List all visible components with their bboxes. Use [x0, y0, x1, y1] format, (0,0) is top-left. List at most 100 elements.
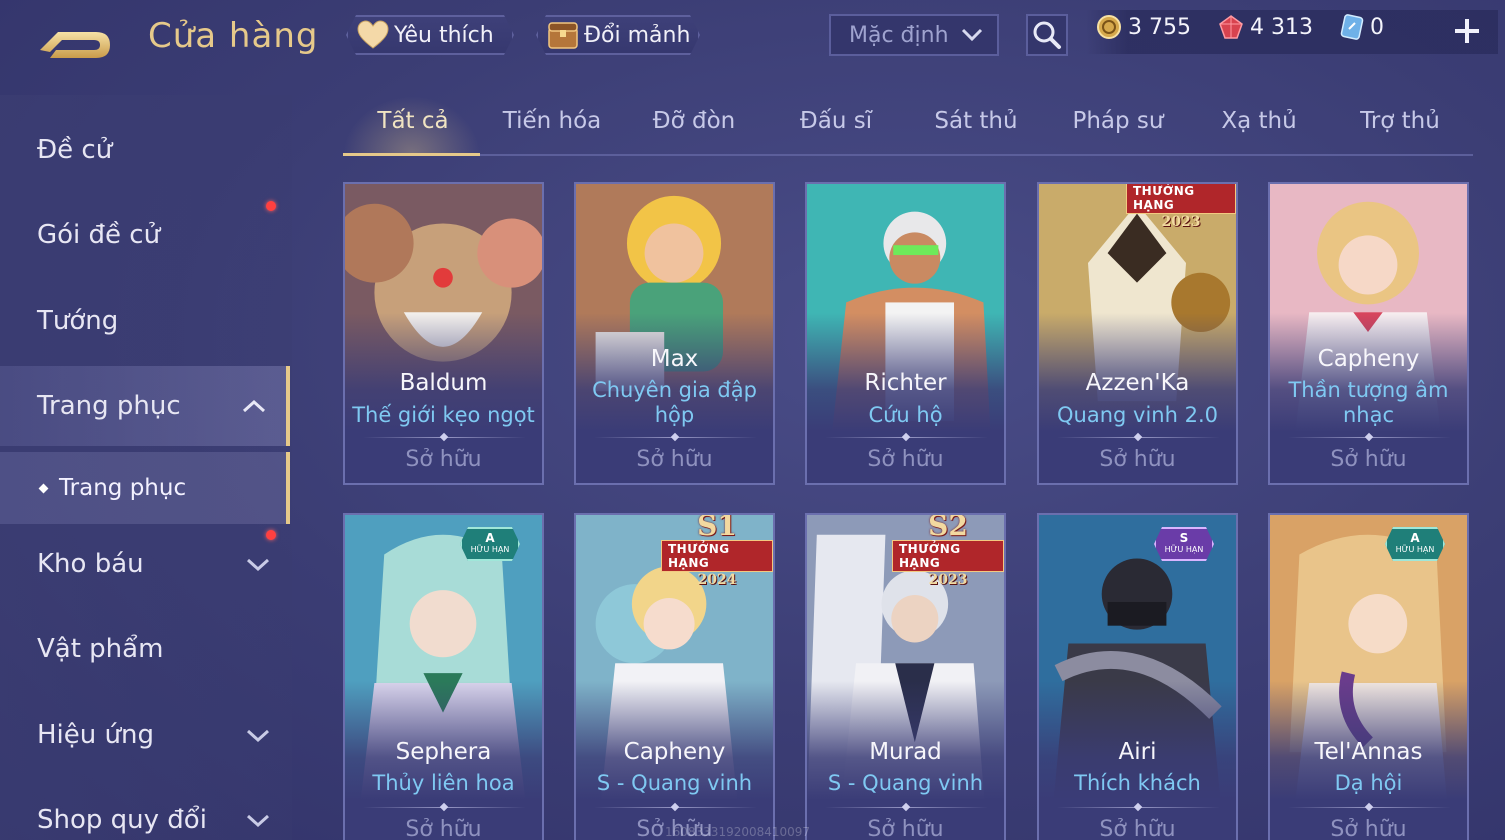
- ruby-gem-icon: [1219, 15, 1243, 39]
- chevron-down-icon: [961, 28, 983, 42]
- gold-currency: 3 755: [1096, 14, 1191, 40]
- tab-marksman[interactable]: Xạ thủ: [1189, 108, 1329, 134]
- skin-name: Cứu hộ: [868, 403, 943, 427]
- skin-name: Dạ hội: [1334, 771, 1403, 795]
- skin-name: Thế giới kẹo ngọt: [352, 403, 535, 427]
- favorites-label: Yêu thích: [394, 22, 494, 48]
- card-ticket-icon: [1340, 14, 1364, 40]
- back-button[interactable]: [36, 18, 116, 64]
- tab-support[interactable]: Trợ thủ: [1330, 108, 1470, 134]
- sidebar-item-items[interactable]: Vật phẩm: [0, 609, 290, 689]
- sidebar-item-label: Kho báu: [37, 549, 144, 579]
- sidebar-item-label: Gói đề cử: [37, 220, 161, 250]
- rank-season: S2: [928, 513, 968, 542]
- search-button[interactable]: [1026, 14, 1068, 56]
- top-bar: Cửa hàng Yêu thích Đổi mảnh Mặc định 3 7…: [0, 0, 1505, 80]
- skin-card[interactable]: S2 THƯỞNG HẠNG 2023 Murad S - Quang vinh…: [805, 513, 1006, 840]
- sidebar-item-effects[interactable]: Hiệu ứng: [0, 695, 290, 775]
- favorites-button[interactable]: Yêu thích: [346, 15, 514, 55]
- rank-reward-badge: THƯỞNG HẠNG 2023: [1126, 184, 1236, 230]
- rank-reward-year: 2023: [928, 572, 968, 588]
- card-currency: 0: [1340, 14, 1384, 40]
- add-currency-button[interactable]: [1452, 16, 1482, 46]
- hero-name: Richter: [864, 370, 947, 396]
- skin-name: Thủy liên hoa: [372, 771, 515, 795]
- chevron-up-icon: [242, 399, 266, 413]
- rank-reward-label: THƯỞNG HẠNG: [1126, 184, 1236, 214]
- tier-note: HỮU HẠN: [470, 545, 510, 554]
- tier-level: A: [1410, 531, 1420, 545]
- search-icon: [1033, 21, 1061, 49]
- skin-card[interactable]: Max Chuyên gia đập hộp Sở hữu: [574, 182, 775, 485]
- skin-name: Thích khách: [1074, 771, 1201, 795]
- skin-card[interactable]: THƯỞNG HẠNG 2023 Azzen'Ka Quang vinh 2.0…: [1037, 182, 1238, 485]
- card-divider: [825, 437, 988, 438]
- skin-card[interactable]: A HỮU HẠN Tel'Annas Dạ hội Sở hữu: [1268, 513, 1469, 840]
- tier-level: A: [485, 531, 495, 545]
- rank-reward-year: 2023: [1161, 214, 1201, 230]
- card-divider: [363, 807, 526, 808]
- sidebar-item-label: Trang phục: [37, 391, 181, 421]
- sidebar-item-treasure[interactable]: Kho báu: [0, 524, 290, 604]
- hero-name: Airi: [1118, 739, 1157, 765]
- tab-all[interactable]: Tất cả: [343, 108, 483, 134]
- owned-status: Sở hữu: [867, 817, 944, 840]
- card-amount: 0: [1370, 14, 1384, 40]
- rank-season: S1: [697, 513, 737, 542]
- rank-reward-badge: S2 THƯỞNG HẠNG 2023: [892, 513, 1004, 588]
- gem-currency: 4 313: [1218, 14, 1313, 40]
- plus-icon: [1455, 19, 1479, 43]
- card-divider: [363, 437, 526, 438]
- heart-icon: [356, 20, 390, 50]
- tier-badge: A HỮU HẠN: [1385, 527, 1445, 561]
- rank-reward-label: THƯỞNG HẠNG: [892, 540, 1004, 572]
- chevron-down-icon: [246, 814, 270, 827]
- tab-fighter[interactable]: Đấu sĩ: [766, 108, 906, 134]
- owned-status: Sở hữu: [405, 817, 482, 840]
- owned-status: Sở hữu: [1099, 817, 1176, 840]
- rank-reward-label: THƯỞNG HẠNG: [661, 540, 773, 572]
- sidebar-item-featured-packs[interactable]: Gói đề cử: [0, 195, 290, 275]
- skin-card[interactable]: Capheny Thần tượng âm nhạc Sở hữu: [1268, 182, 1469, 485]
- skin-name: S - Quang vinh: [827, 771, 984, 795]
- card-divider: [825, 807, 988, 808]
- chevron-down-icon: [246, 729, 270, 742]
- skin-card[interactable]: A HỮU HẠN Sephera Thủy liên hoa Sở hữu: [343, 513, 544, 840]
- rank-reward-year: 2024: [697, 572, 737, 588]
- hero-name: Baldum: [399, 370, 488, 396]
- exchange-shards-button[interactable]: Đổi mảnh: [536, 15, 700, 55]
- sidebar-subitem-skins[interactable]: Trang phục: [0, 452, 290, 524]
- notification-dot: [266, 530, 276, 540]
- skin-name: Thần tượng âm nhạc: [1288, 378, 1449, 427]
- sidebar-item-label: Shop quy đổi: [37, 805, 207, 835]
- owned-status: Sở hữu: [867, 447, 944, 472]
- owned-status: Sở hữu: [1330, 817, 1407, 840]
- sort-dropdown[interactable]: Mặc định: [829, 14, 999, 56]
- chevron-down-icon: [246, 558, 270, 571]
- skin-card[interactable]: Richter Cứu hộ Sở hữu: [805, 182, 1006, 485]
- sidebar-item-featured[interactable]: Đề cử: [0, 110, 290, 190]
- tab-mage[interactable]: Pháp sư: [1048, 108, 1188, 134]
- notification-dot: [266, 201, 276, 211]
- owned-status: Sở hữu: [1330, 447, 1407, 472]
- tab-assassin[interactable]: Sát thủ: [906, 108, 1046, 134]
- page-title: Cửa hàng: [148, 16, 319, 56]
- skin-card[interactable]: S1 THƯỞNG HẠNG 2024 Capheny S - Quang vi…: [574, 513, 775, 840]
- card-divider: [1057, 437, 1220, 438]
- watermark-id: 1608333192008410097: [665, 825, 811, 839]
- sidebar-item-skins[interactable]: Trang phục: [0, 366, 290, 446]
- skin-card[interactable]: S HỮU HẠN Airi Thích khách Sở hữu: [1037, 513, 1238, 840]
- card-divider: [594, 807, 757, 808]
- owned-status: Sở hữu: [1099, 447, 1176, 472]
- tab-evolution[interactable]: Tiến hóa: [482, 108, 622, 134]
- skin-name: Chuyên gia đập hộp: [592, 378, 757, 427]
- sidebar-item-exchange-shop[interactable]: Shop quy đổi: [0, 780, 290, 840]
- sidebar-item-heroes[interactable]: Tướng: [0, 281, 290, 361]
- owned-status: Sở hữu: [405, 447, 482, 472]
- tab-tank[interactable]: Đỡ đòn: [624, 108, 764, 134]
- rank-reward-badge: S1 THƯỞNG HẠNG 2024: [661, 513, 773, 588]
- chest-icon: [546, 20, 580, 50]
- skin-card[interactable]: Baldum Thế giới kẹo ngọt Sở hữu: [343, 182, 544, 485]
- hero-name: Capheny: [623, 739, 726, 765]
- role-tabs: Tất cả Tiến hóa Đỡ đòn Đấu sĩ Sát thủ Ph…: [343, 96, 1473, 156]
